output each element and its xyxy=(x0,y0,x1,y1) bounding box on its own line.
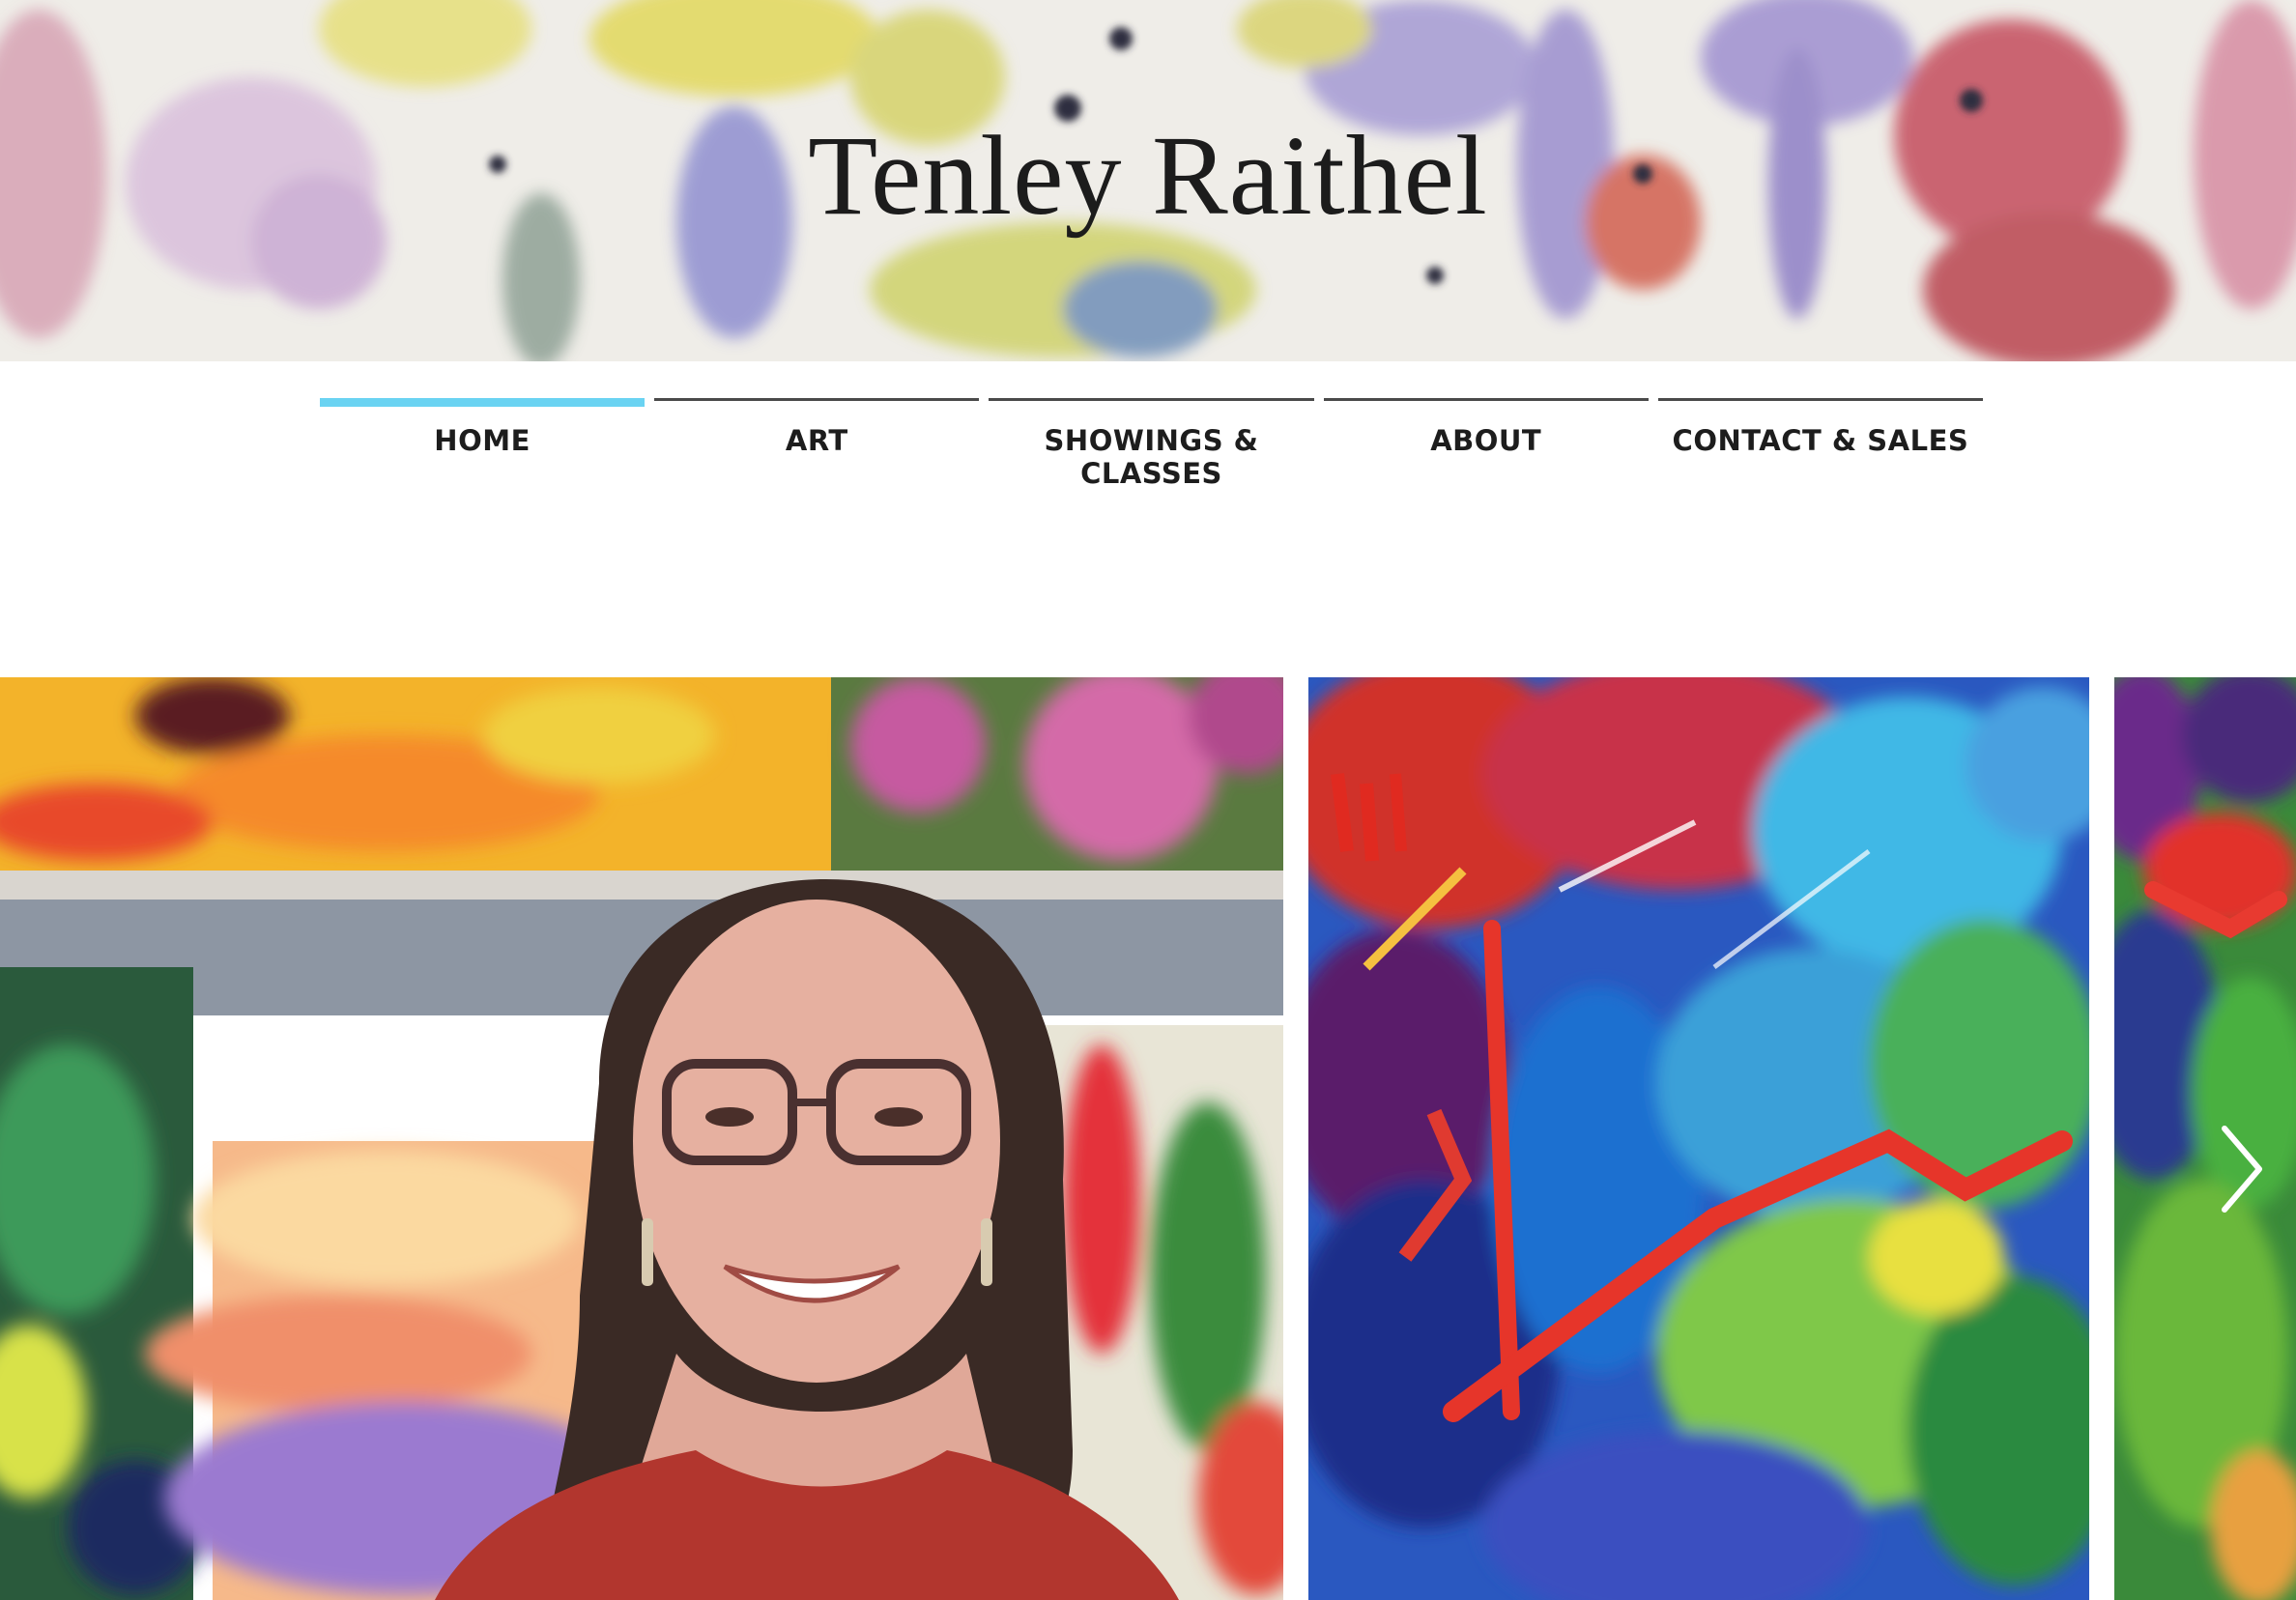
nav-label-home: HOME xyxy=(434,424,531,457)
page: Tenley Raithel HOME ART SHOWINGS & CLASS… xyxy=(0,0,2296,1600)
abstract-painting-1-image xyxy=(1308,677,2089,1600)
nav-item-home[interactable]: HOME xyxy=(320,398,646,475)
nav-label-about: ABOUT xyxy=(1430,424,1542,457)
nav-item-contact-sales[interactable]: CONTACT & SALES xyxy=(1657,398,1984,475)
gallery-slide-abstract-painting-1[interactable] xyxy=(1308,677,2089,1600)
gallery-next-button[interactable] xyxy=(2213,1121,2271,1217)
nav-label-contact-sales: CONTACT & SALES xyxy=(1672,424,1969,457)
site-title[interactable]: Tenley Raithel xyxy=(0,108,2296,243)
image-gallery xyxy=(0,677,2296,1600)
header-banner: Tenley Raithel xyxy=(0,0,2296,361)
nav-label-showings-classes: SHOWINGS & CLASSES xyxy=(1044,424,1259,490)
gallery-slide-artist-portrait[interactable] xyxy=(0,677,1283,1600)
nav-item-showings-classes[interactable]: SHOWINGS & CLASSES xyxy=(989,398,1314,490)
nav-item-about[interactable]: ABOUT xyxy=(1323,398,1649,475)
main-nav: HOME ART SHOWINGS & CLASSES ABOUT CONTAC… xyxy=(320,398,1984,490)
nav-label-art: ART xyxy=(785,424,848,457)
nav-item-art[interactable]: ART xyxy=(654,398,980,475)
artist-portrait-image xyxy=(0,677,1283,1600)
chevron-right-icon xyxy=(2222,1126,2262,1213)
